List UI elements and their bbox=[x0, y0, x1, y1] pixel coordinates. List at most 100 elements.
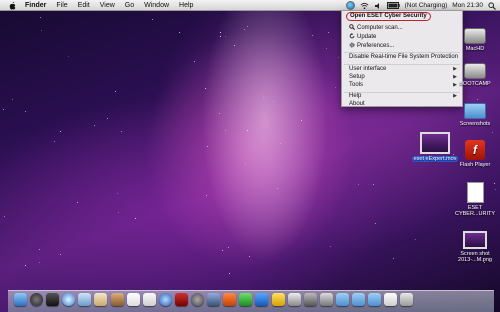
movie-file-icon bbox=[420, 132, 450, 154]
system-preferences-icon[interactable] bbox=[191, 293, 205, 306]
app-icon[interactable] bbox=[319, 293, 333, 306]
star bbox=[39, 262, 40, 263]
star bbox=[222, 250, 223, 251]
document-icon bbox=[466, 182, 484, 203]
photo-booth-icon[interactable] bbox=[174, 293, 188, 306]
dashboard-icon[interactable] bbox=[30, 293, 44, 306]
desktop-icon-eset-movie[interactable]: eset eExpert.mov bbox=[411, 132, 459, 162]
desktop-icon-label: ESET CYBER...URITY bbox=[454, 205, 496, 217]
contacts-icon[interactable] bbox=[110, 293, 124, 306]
spotlight-search-icon[interactable] bbox=[488, 1, 496, 10]
app-icon[interactable] bbox=[207, 293, 221, 306]
menu-separator bbox=[344, 52, 460, 53]
star bbox=[415, 239, 416, 240]
desktop-icon-label: Flash Player bbox=[459, 162, 491, 168]
app-icon[interactable] bbox=[287, 293, 301, 306]
app-icon[interactable] bbox=[255, 293, 269, 306]
star bbox=[273, 101, 274, 102]
star bbox=[225, 130, 226, 131]
menu-separator bbox=[344, 64, 460, 65]
star bbox=[249, 256, 250, 257]
desktop-icon-screenshots[interactable]: Screenshots bbox=[451, 103, 499, 127]
menu-item-label: Update bbox=[357, 34, 377, 40]
eset-status-icon[interactable] bbox=[345, 1, 355, 10]
star bbox=[135, 218, 136, 219]
desktop-icon-machd[interactable]: MacHD bbox=[451, 28, 499, 52]
star bbox=[245, 163, 246, 164]
desktop-icon-label: Screen shot 2013-...M.png bbox=[458, 251, 492, 263]
volume-icon[interactable] bbox=[374, 2, 382, 10]
gear-icon bbox=[349, 42, 355, 48]
star bbox=[228, 247, 229, 248]
menu-view[interactable]: View bbox=[100, 2, 115, 9]
star bbox=[330, 246, 331, 247]
menu-edit[interactable]: Edit bbox=[78, 2, 90, 9]
star bbox=[117, 193, 118, 194]
app-icon[interactable] bbox=[223, 293, 237, 306]
menu-item-computer-scan[interactable]: Computer scan... bbox=[349, 24, 403, 31]
wifi-icon[interactable] bbox=[360, 2, 369, 10]
menu-window[interactable]: Window bbox=[144, 2, 169, 9]
menu-finder[interactable]: Finder bbox=[25, 2, 46, 9]
documents-stack-icon[interactable] bbox=[351, 293, 365, 306]
desktop-icon-eset-installer[interactable]: ESET CYBER...URITY bbox=[451, 182, 499, 217]
desktop-icon-screen-shot[interactable]: Screen shot 2013-...M.png bbox=[451, 231, 499, 263]
star bbox=[229, 273, 230, 274]
star bbox=[206, 195, 207, 196]
itunes-icon[interactable] bbox=[158, 293, 172, 306]
applications-stack-icon[interactable] bbox=[368, 293, 382, 306]
star bbox=[247, 26, 248, 27]
star bbox=[68, 56, 69, 57]
menu-item-setup[interactable]: Setup bbox=[349, 74, 365, 80]
mission-control-icon[interactable] bbox=[46, 293, 60, 306]
star bbox=[25, 265, 26, 266]
safari-icon[interactable] bbox=[62, 293, 76, 306]
star bbox=[40, 17, 41, 18]
menu-item-label: Computer scan... bbox=[357, 25, 403, 31]
star bbox=[234, 45, 235, 46]
finder-icon[interactable] bbox=[14, 293, 27, 306]
calendar-icon[interactable] bbox=[126, 293, 140, 306]
folder-icon bbox=[464, 103, 486, 119]
star bbox=[312, 35, 313, 36]
star bbox=[358, 184, 359, 185]
desktop-icon-bootcamp[interactable]: BOOTCAMP bbox=[451, 63, 499, 87]
menu-item-open-eset[interactable]: Open ESET Cyber Security bbox=[346, 12, 431, 21]
downloads-stack-icon[interactable] bbox=[335, 293, 349, 306]
trash-icon[interactable] bbox=[400, 293, 414, 306]
star bbox=[115, 91, 116, 92]
app-icon[interactable] bbox=[303, 293, 317, 306]
star bbox=[77, 202, 78, 203]
image-file-icon bbox=[463, 231, 487, 249]
star bbox=[373, 184, 374, 185]
menu-go[interactable]: Go bbox=[125, 2, 134, 9]
menu-item-about[interactable]: About bbox=[349, 101, 365, 107]
star bbox=[247, 130, 248, 131]
flash-player-icon: f bbox=[465, 140, 485, 160]
star bbox=[277, 188, 278, 189]
menu-help[interactable]: Help bbox=[179, 2, 193, 9]
document-icon[interactable] bbox=[384, 293, 398, 306]
menu-item-update[interactable]: Update bbox=[349, 33, 376, 40]
apple-menu-icon[interactable] bbox=[8, 1, 17, 10]
app-icon[interactable] bbox=[239, 293, 253, 306]
menu-item-tools[interactable]: Tools bbox=[349, 82, 363, 88]
reminders-icon[interactable] bbox=[142, 293, 156, 306]
star bbox=[25, 111, 26, 112]
eset-status-menu: Open ESET Cyber Security Computer scan..… bbox=[341, 10, 463, 107]
star bbox=[205, 88, 206, 89]
star bbox=[207, 146, 208, 147]
app-icon[interactable] bbox=[271, 293, 285, 306]
star bbox=[375, 223, 376, 224]
preview-icon[interactable] bbox=[94, 293, 108, 306]
menu-item-preferences[interactable]: Preferences... bbox=[349, 42, 394, 49]
menu-item-disable-realtime[interactable]: Disable Real-time File System Protection bbox=[349, 54, 458, 60]
menu-item-user-interface[interactable]: User interface bbox=[349, 66, 386, 72]
star bbox=[244, 29, 245, 30]
menu-file[interactable]: File bbox=[56, 2, 67, 9]
clock[interactable]: Mon 21:30 bbox=[452, 2, 483, 9]
menu-item-help[interactable]: Help bbox=[349, 93, 361, 99]
mail-icon[interactable] bbox=[78, 293, 92, 306]
star bbox=[39, 249, 40, 250]
battery-icon[interactable] bbox=[386, 2, 400, 9]
